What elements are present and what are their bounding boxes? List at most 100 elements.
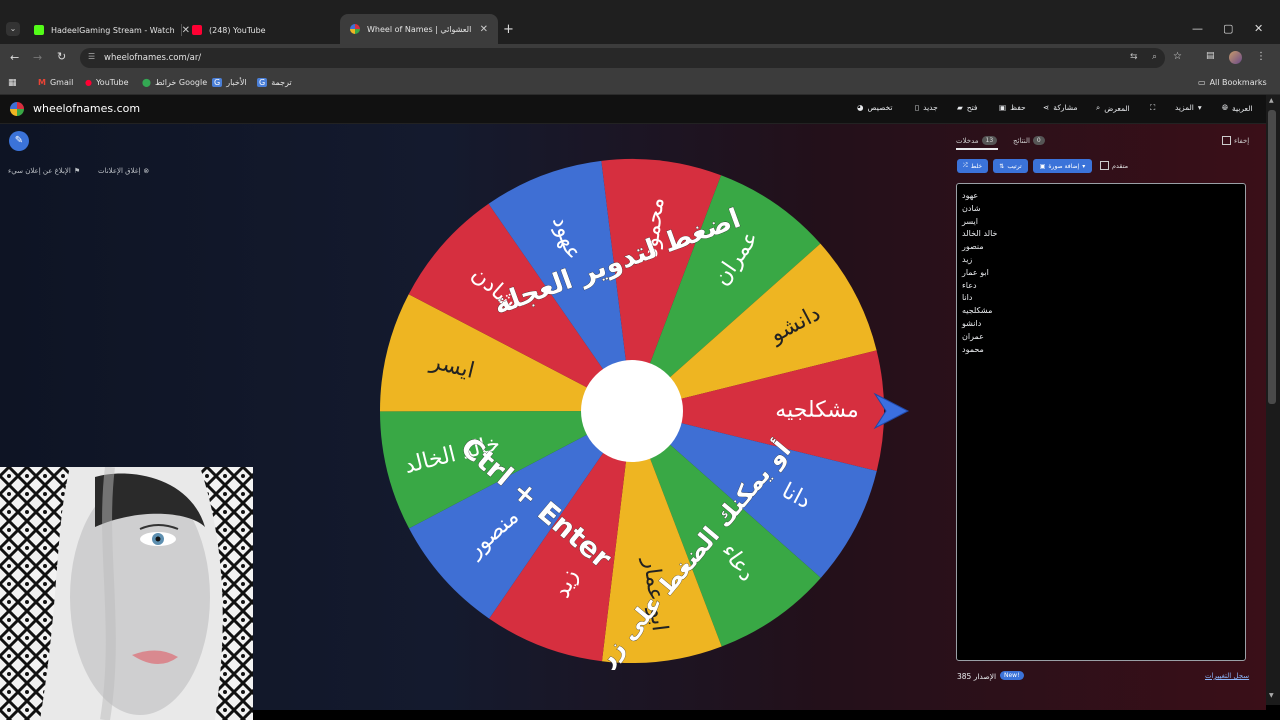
- entry-line: خالد الخالد: [962, 229, 998, 239]
- language-menu[interactable]: 🌐︎ العربية: [1222, 103, 1253, 113]
- translate-icon[interactable]: ⇆: [1130, 52, 1138, 62]
- image-icon: ▣: [1039, 162, 1046, 170]
- fullscreen-button[interactable]: ⛶: [1150, 103, 1155, 113]
- globe-icon: 🌐︎: [1222, 103, 1228, 112]
- version-label: الإصدار 385: [957, 672, 997, 681]
- tab-search-button[interactable]: ⌄: [6, 22, 20, 36]
- youtube-icon: ●: [85, 78, 92, 87]
- fullscreen-icon: ⛶: [1150, 103, 1156, 112]
- bookmark-star-icon[interactable]: ☆: [1173, 51, 1182, 62]
- kick-icon: [34, 25, 44, 35]
- sort-icon: ⇅: [999, 162, 1005, 170]
- entry-line: عهود: [962, 191, 979, 200]
- wheel[interactable]: محمود عمراندانشومشكلجيهدانادعاءابو عمارزي…: [370, 150, 910, 670]
- palette-icon: ◕: [857, 103, 864, 112]
- wheel-favicon-icon: [350, 24, 360, 34]
- hide-toggle[interactable]: إخفاء: [1222, 136, 1249, 145]
- tab-wheel-of-names[interactable]: Wheel of Names | اسم العشوائي ✕: [340, 14, 498, 44]
- advanced-toggle[interactable]: متقدم: [1100, 161, 1128, 170]
- entry-line: دانا: [962, 293, 973, 303]
- checkbox[interactable]: [1100, 161, 1109, 170]
- folder-icon: ▭: [1198, 78, 1206, 87]
- tab-entries[interactable]: مدخلات 13: [956, 136, 998, 145]
- checkbox[interactable]: [1222, 136, 1231, 145]
- chevron-down-icon: ▾: [1197, 103, 1202, 112]
- save-button[interactable]: ▣ حفظ: [999, 103, 1026, 112]
- chrome-menu-icon[interactable]: ⋮: [1256, 51, 1266, 62]
- bookmark-news[interactable]: G الأخبار: [212, 78, 247, 87]
- entry-line: مشكلجيه: [962, 306, 993, 316]
- chevron-down-icon: ▾: [1082, 162, 1086, 170]
- bookmark-maps[interactable]: ⬤ خرائط Google: [142, 78, 207, 87]
- entry-line: ابو عمار: [962, 267, 989, 277]
- customize-button[interactable]: ◕ تخصيص: [857, 103, 892, 112]
- entry-line: عمران: [962, 331, 984, 341]
- logo-wheel-icon[interactable]: [10, 102, 24, 116]
- close-icon[interactable]: ✕: [480, 24, 488, 35]
- report-ad-link[interactable]: الإبلاغ عن إعلان سيء ⚑: [8, 167, 80, 175]
- entry-line: زيد: [962, 255, 973, 264]
- save-icon: ▣: [999, 103, 1007, 112]
- bookmark-gmail[interactable]: M Gmail: [38, 78, 73, 87]
- flag-icon: ⚑: [73, 167, 81, 175]
- entry-line: منصور: [962, 242, 984, 252]
- wheel-name-label: مشكلجيه: [775, 398, 859, 423]
- scroll-up-icon[interactable]: ▲: [1269, 97, 1274, 104]
- news-icon: G: [212, 78, 223, 87]
- new-button[interactable]: ▯ جديد: [915, 103, 938, 112]
- wheel-center[interactable]: [581, 360, 683, 462]
- entry-line: محمود: [962, 344, 984, 354]
- forward-icon[interactable]: →: [33, 51, 42, 64]
- close-circle-icon: ⊗: [143, 167, 150, 175]
- minimize-button[interactable]: —: [1192, 22, 1203, 35]
- back-icon[interactable]: ←: [10, 51, 19, 64]
- changelog-link[interactable]: سجل التغييرات: [1205, 672, 1249, 680]
- tab-youtube[interactable]: (248) YouTube ✕: [182, 16, 358, 44]
- site-logo[interactable]: wheelofnames.com: [33, 102, 140, 115]
- youtube-icon: [192, 25, 202, 35]
- zoom-icon[interactable]: ⌕: [1152, 52, 1157, 62]
- gallery-button[interactable]: ⌕ المعرض: [1096, 103, 1130, 113]
- edit-pencil-button[interactable]: ✎: [9, 131, 29, 151]
- share-button[interactable]: ⋖ مشاركة: [1043, 103, 1078, 112]
- more-menu[interactable]: المزيد ▾: [1175, 103, 1202, 112]
- entry-line: شادن: [962, 203, 981, 213]
- tab-results[interactable]: النتائج 0: [1013, 136, 1045, 145]
- translate-icon: G: [257, 78, 268, 87]
- entry-line: ايسر: [962, 216, 978, 226]
- entries-textarea[interactable]: [956, 183, 1246, 661]
- search-icon: ⌕: [1096, 103, 1101, 112]
- site-info-icon[interactable]: ☰: [88, 52, 95, 61]
- scrollbar-thumb[interactable]: [1268, 110, 1276, 404]
- bookmark-youtube[interactable]: ● YouTube: [85, 78, 129, 87]
- share-icon: ⋖: [1043, 103, 1050, 112]
- add-image-button[interactable]: ▣ إضافة صورة ▾: [1033, 159, 1092, 173]
- bookmark-translate[interactable]: G ترجمة: [257, 78, 292, 87]
- new-badge: New!: [1000, 671, 1024, 680]
- shuffle-button[interactable]: ⤮ خلط: [957, 159, 988, 173]
- shuffle-icon: ⤮: [962, 162, 968, 169]
- close-ads-link[interactable]: إغلاق الإعلانات ⊗: [98, 167, 149, 175]
- tab-hadeel-stream[interactable]: HadeelGaming Stream - Watch ✕: [24, 16, 200, 44]
- all-bookmarks[interactable]: ▭ All Bookmarks: [1198, 78, 1267, 87]
- entry-line: دانشو: [962, 319, 982, 328]
- new-file-icon: ▯: [915, 103, 920, 112]
- gmail-icon: M: [38, 78, 46, 87]
- entry-line: دعاء: [962, 280, 977, 290]
- active-tab-underline: [956, 148, 998, 150]
- new-tab-button[interactable]: +: [503, 22, 514, 37]
- profile-avatar[interactable]: [1229, 51, 1242, 64]
- open-button[interactable]: ▰ فتح: [957, 103, 977, 112]
- maps-pin-icon: ⬤: [142, 78, 151, 87]
- address-bar[interactable]: [80, 48, 1165, 68]
- streamer-webcam: [0, 467, 253, 720]
- url-text[interactable]: wheelofnames.com/ar/: [104, 53, 201, 63]
- apps-icon[interactable]: ▦: [8, 78, 17, 88]
- window-close-button[interactable]: ✕: [1254, 22, 1263, 35]
- maximize-button[interactable]: ▢: [1223, 22, 1233, 35]
- extensions-icon[interactable]: ▤: [1206, 51, 1215, 61]
- sort-button[interactable]: ⇅ ترتيب: [993, 159, 1028, 173]
- scroll-down-icon[interactable]: ▼: [1269, 692, 1274, 699]
- folder-icon: ▰: [957, 103, 963, 112]
- reload-icon[interactable]: ↻: [57, 50, 66, 63]
